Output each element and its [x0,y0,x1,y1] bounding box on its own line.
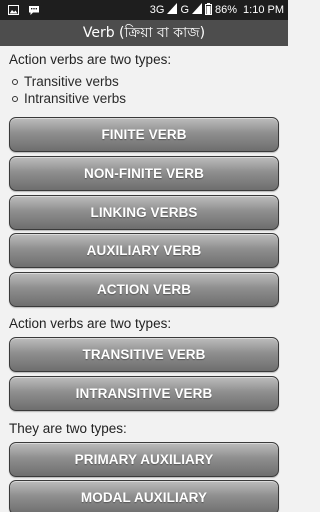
status-bar: 3G G 86% 1:10 PM [0,0,288,20]
image-icon [8,5,19,15]
bullet-icon [12,79,18,85]
primary-auxiliary-button[interactable]: PRIMARY AUXILIARY [9,442,279,477]
page-title: Verb (ক্রিয়া বা কাজ) [0,20,288,46]
transitive-verb-button[interactable]: TRANSITIVE VERB [9,337,279,372]
network-g-label: G [180,4,189,16]
battery-percent: 86% [215,4,238,16]
non-finite-verb-button[interactable]: NON-FINITE VERB [9,156,279,191]
bullet-text: Transitive verbs [24,74,119,89]
bullet-icon [12,96,18,102]
section-heading-two-types: They are two types: [9,421,127,436]
network-3g-label: 3G [149,4,165,16]
clock-time: 1:10 PM [243,4,284,16]
section-heading-action-verbs-2: Action verbs are two types: [9,316,172,331]
bullet-item: Intransitive verbs [12,91,126,107]
bullet-text: Intransitive verbs [24,91,127,106]
auxiliary-verb-button[interactable]: AUXILIARY VERB [9,233,279,268]
battery-icon [205,2,212,18]
finite-verb-button[interactable]: FINITE VERB [9,117,279,152]
modal-auxiliary-button[interactable]: MODAL AUXILIARY [9,480,279,512]
signal-icon [167,3,178,17]
action-verb-button[interactable]: ACTION VERB [9,272,279,307]
chat-icon [28,5,39,15]
bullet-item: Transitive verbs [12,74,119,90]
content-scroll[interactable]: Action verbs are two types: Transitive v… [0,46,288,512]
signal-icon [192,3,202,17]
intransitive-verb-button[interactable]: INTRANSITIVE VERB [9,376,279,411]
linking-verbs-button[interactable]: LINKING VERBS [9,195,279,230]
section-heading-action-verbs: Action verbs are two types: [9,52,172,67]
